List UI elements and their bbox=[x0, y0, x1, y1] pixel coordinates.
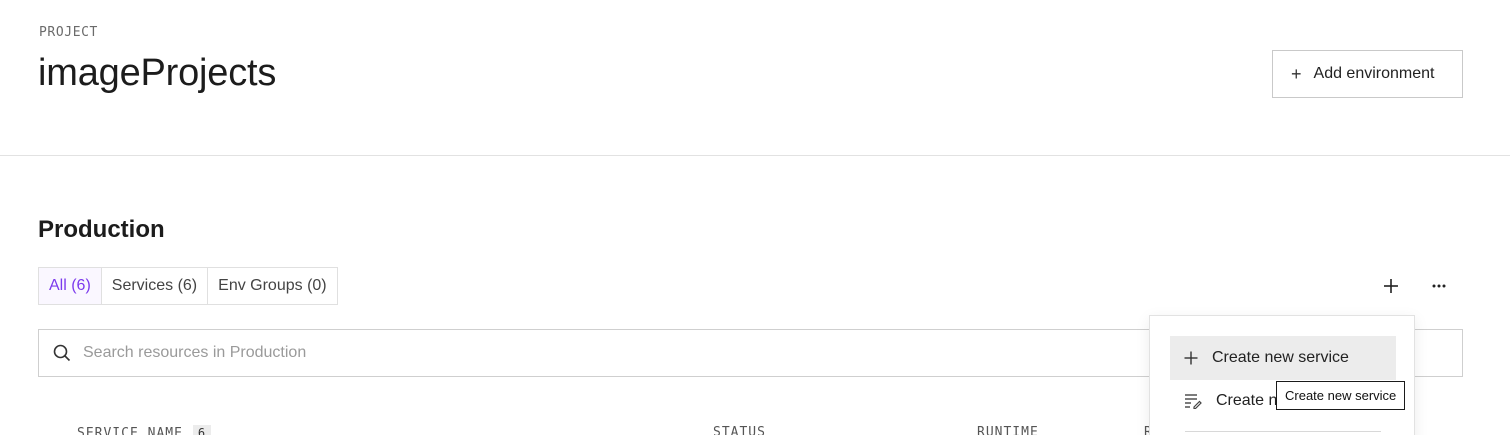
tab-all[interactable]: All (6) bbox=[39, 268, 102, 304]
environment-title: Production bbox=[38, 216, 165, 243]
column-header-service-name[interactable]: SERVICE NAME 6 bbox=[77, 425, 212, 435]
menu-item-create-new-service[interactable]: Create new service bbox=[1170, 336, 1396, 380]
add-resource-button[interactable] bbox=[1377, 272, 1405, 300]
plus-icon: + bbox=[1291, 64, 1302, 84]
column-header-status[interactable]: STATUS bbox=[713, 425, 766, 435]
edit-list-icon bbox=[1185, 394, 1202, 409]
resource-filter-tabs: All (6) Services (6) Env Groups (0) bbox=[38, 267, 338, 305]
tab-env-groups[interactable]: Env Groups (0) bbox=[208, 268, 337, 304]
column-header-runtime[interactable]: RUNTIME bbox=[977, 425, 1039, 435]
search-icon bbox=[53, 344, 71, 362]
add-environment-button[interactable]: + Add environment bbox=[1272, 50, 1463, 98]
tooltip: Create new service bbox=[1276, 381, 1406, 410]
add-environment-label: Add environment bbox=[1313, 65, 1435, 82]
plus-icon bbox=[1384, 279, 1398, 293]
more-options-button[interactable] bbox=[1425, 272, 1453, 300]
plus-icon bbox=[1184, 351, 1198, 365]
menu-item-label: Create n bbox=[1216, 392, 1278, 409]
tab-services[interactable]: Services (6) bbox=[101, 268, 209, 304]
service-count-badge: 6 bbox=[192, 425, 212, 435]
more-horizontal-icon bbox=[1432, 284, 1446, 288]
menu-item-label: Create new service bbox=[1212, 349, 1349, 366]
page-title: imageProjects bbox=[38, 52, 277, 94]
project-eyebrow: PROJECT bbox=[39, 25, 98, 40]
project-page: PROJECT imageProjects + Add environment … bbox=[0, 0, 1510, 435]
header-divider bbox=[0, 155, 1510, 156]
search-input[interactable] bbox=[83, 344, 983, 362]
menu-divider bbox=[1185, 431, 1381, 432]
create-resource-menu: Create new service Create n bbox=[1149, 315, 1415, 435]
column-header-service-name-label: SERVICE NAME bbox=[77, 425, 183, 435]
